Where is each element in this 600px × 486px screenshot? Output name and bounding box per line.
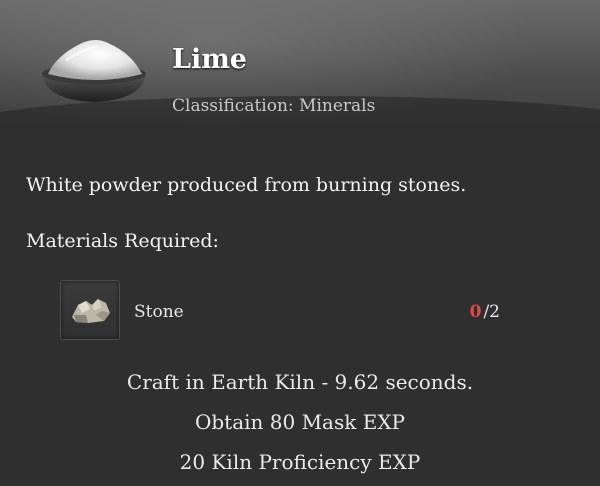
item-name: Lime [172, 44, 247, 75]
material-need-count: 2 [489, 302, 500, 322]
tooltip-header: Lime Classification: Minerals [0, 0, 600, 142]
material-row: Stone 0/2 [60, 280, 520, 342]
material-count: 0/2 [470, 302, 500, 322]
material-have-count: 0 [469, 302, 482, 322]
stone-icon [72, 299, 110, 323]
material-slot[interactable] [60, 280, 120, 340]
craft-time-line: Craft in Earth Kiln - 9.62 seconds. [126, 370, 474, 394]
materials-label: Materials Required: [26, 230, 219, 252]
mask-exp-line: Obtain 80 Mask EXP [194, 410, 406, 434]
lime-powder-bowl-icon [42, 40, 146, 102]
item-description: White powder produced from burning stone… [26, 174, 467, 196]
kiln-proficiency-line: 20 Kiln Proficiency EXP [179, 450, 421, 474]
item-tooltip: Lime Classification: Minerals White powd… [0, 0, 600, 486]
item-classification: Classification: Minerals [172, 96, 376, 116]
material-name: Stone [134, 302, 184, 322]
